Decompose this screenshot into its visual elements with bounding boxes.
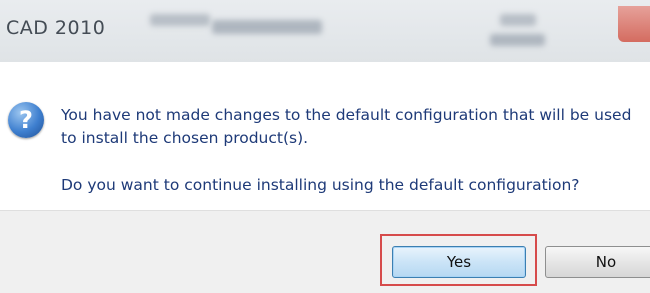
blurred-title-element xyxy=(500,14,536,26)
blurred-title-element xyxy=(212,20,322,34)
close-button[interactable] xyxy=(618,6,650,42)
no-button[interactable]: No xyxy=(545,246,650,278)
button-bar: Yes No xyxy=(0,210,650,293)
dialog-content: ? You have not made changes to the defau… xyxy=(0,62,650,210)
blurred-title-element xyxy=(490,34,545,46)
yes-button[interactable]: Yes xyxy=(392,246,526,278)
title-bar: CAD 2010 xyxy=(0,0,650,62)
window-title: CAD 2010 xyxy=(6,17,106,39)
question-icon: ? xyxy=(8,102,44,138)
confirmation-question: Do you want to continue installing using… xyxy=(61,176,580,194)
blurred-title-element xyxy=(150,14,210,26)
message-text: You have not made changes to the default… xyxy=(61,106,632,147)
